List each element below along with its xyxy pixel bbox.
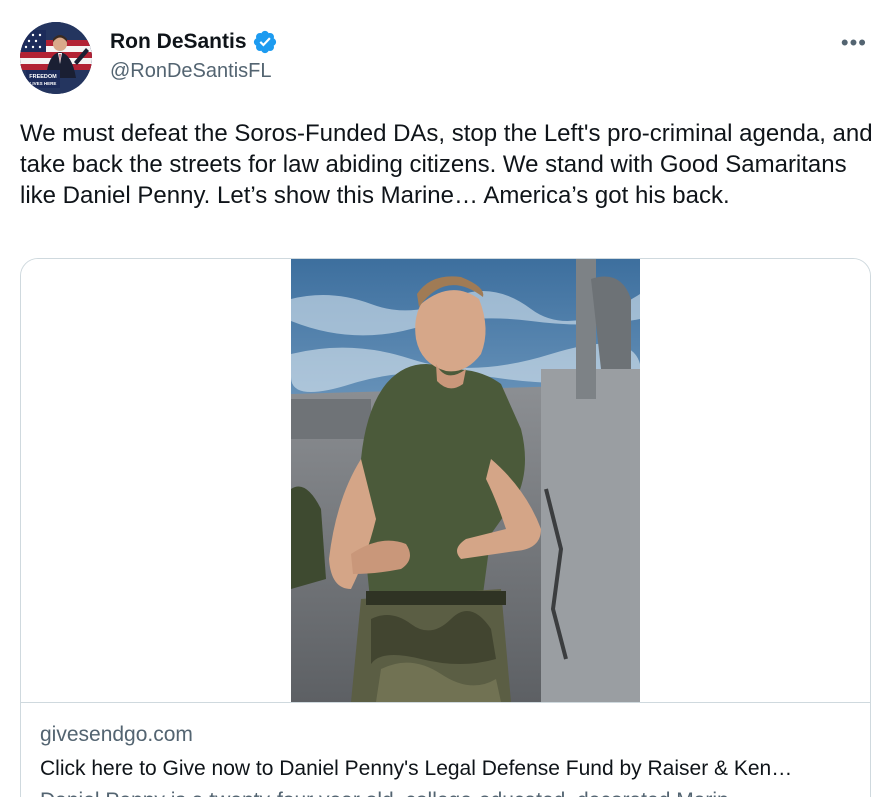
name-row: Ron DeSantis	[110, 28, 278, 56]
card-photo	[291, 259, 640, 702]
tweet: FREEDOM LIVES HERE Ron DeSantis @RonDeSa…	[0, 0, 885, 797]
card-domain: givesendgo.com	[40, 723, 193, 746]
svg-text:FREEDOM: FREEDOM	[29, 74, 57, 80]
display-name[interactable]: Ron DeSantis	[110, 30, 247, 54]
link-card[interactable]: givesendgo.com Click here to Give now to…	[20, 258, 871, 797]
verified-badge-icon	[252, 29, 278, 55]
handle[interactable]: @RonDeSantisFL	[110, 60, 278, 83]
tweet-text: We must defeat the Soros-Funded DAs, sto…	[20, 120, 880, 209]
card-description: Daniel Penny is a twenty-four year old, …	[40, 789, 850, 797]
card-image[interactable]	[21, 259, 870, 703]
svg-text:LIVES HERE: LIVES HERE	[30, 81, 57, 86]
card-title[interactable]: Click here to Give now to Daniel Penny's…	[40, 757, 850, 781]
author-info: Ron DeSantis @RonDeSantisFL	[110, 28, 278, 83]
avatar-image: FREEDOM LIVES HERE	[20, 22, 92, 94]
more-horizontal-icon[interactable]: •••	[841, 30, 867, 56]
avatar[interactable]: FREEDOM LIVES HERE	[20, 22, 92, 94]
